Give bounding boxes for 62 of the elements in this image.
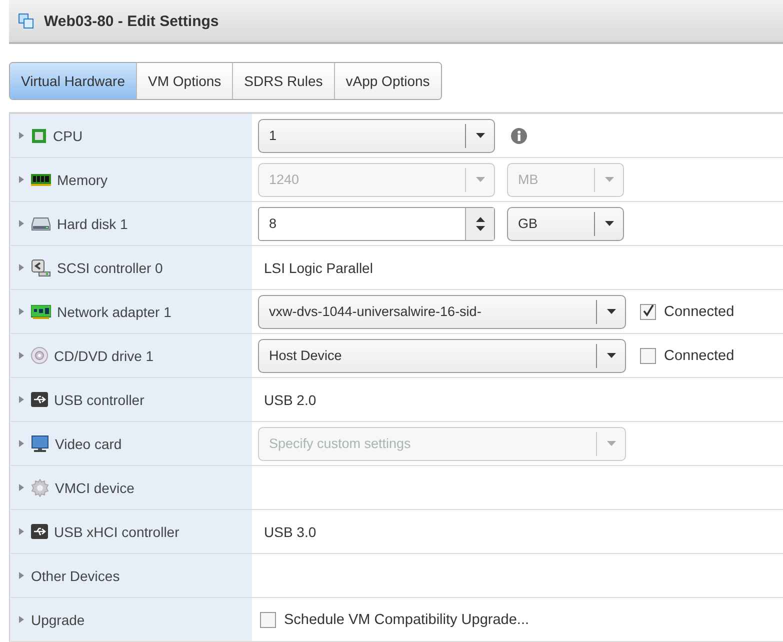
checkbox[interactable]	[640, 348, 656, 364]
spinner-arrows-icon[interactable]	[476, 214, 484, 232]
device-label: Hard disk 1	[57, 216, 128, 232]
caret-icon	[606, 309, 616, 314]
checkbox-label: Connected	[664, 348, 734, 364]
expand-arrow-icon[interactable]	[18, 220, 25, 227]
chip-icon	[31, 128, 47, 144]
expand-arrow-icon[interactable]	[18, 440, 25, 447]
number-field[interactable]: 8	[258, 206, 495, 240]
disc-icon	[31, 347, 48, 364]
caret-icon	[606, 441, 616, 446]
usb-icon	[31, 392, 48, 407]
expand-arrow-icon[interactable]	[18, 132, 25, 139]
expand-arrow-icon[interactable]	[18, 572, 25, 579]
device-label: USB xHCI controller	[54, 524, 180, 540]
expand-arrow-icon[interactable]	[18, 176, 25, 183]
network-card-icon	[31, 304, 51, 318]
checkbox[interactable]	[640, 304, 656, 320]
windows-icon	[18, 13, 34, 29]
expand-arrow-icon[interactable]	[18, 264, 25, 271]
device-label: SCSI controller 0	[57, 260, 163, 276]
controller-icon	[31, 258, 51, 276]
expand-arrow-icon[interactable]	[18, 484, 25, 491]
caret-icon	[606, 353, 616, 358]
dropdown[interactable]: Host Device	[258, 338, 626, 372]
memory-module-icon	[31, 174, 51, 186]
expand-arrow-icon[interactable]	[18, 352, 25, 359]
tab[interactable]: VM Options	[136, 63, 232, 99]
device-label: Upgrade	[31, 612, 85, 628]
window-title: Web03-80 - Edit Settings	[44, 12, 219, 30]
device-label: USB controller	[54, 392, 144, 408]
caret-icon	[604, 221, 614, 226]
tab[interactable]: vApp Options	[334, 63, 441, 99]
caret-icon	[604, 177, 614, 182]
value-text: LSI Logic Parallel	[263, 260, 373, 276]
checkbox[interactable]	[260, 612, 276, 628]
dropdown[interactable]: GB	[507, 206, 624, 240]
expand-arrow-icon[interactable]	[18, 616, 25, 623]
device-label: Other Devices	[31, 568, 120, 584]
tab[interactable]: SDRS Rules	[232, 63, 334, 99]
value-text: USB 2.0	[263, 392, 316, 408]
info-icon[interactable]	[511, 128, 527, 144]
tab[interactable]: Virtual Hardware	[10, 63, 136, 99]
dropdown[interactable]: vxw-dvs-1044-universalwire-16-sid-	[258, 294, 626, 328]
caret-icon	[476, 133, 484, 138]
dropdown[interactable]: 1	[258, 118, 495, 152]
expand-arrow-icon[interactable]	[18, 396, 25, 403]
device-label: Video card	[55, 436, 122, 452]
device-label: VMCI device	[55, 480, 134, 496]
monitor-icon	[31, 434, 49, 452]
value-text: USB 3.0	[263, 524, 316, 540]
device-label: Memory	[57, 172, 108, 188]
expand-arrow-icon[interactable]	[18, 528, 25, 535]
device-label: CD/DVD drive 1	[54, 348, 154, 364]
device-label: CPU	[53, 128, 83, 144]
checkbox-label: Connected	[664, 304, 734, 320]
usb-icon	[31, 524, 48, 539]
expand-arrow-icon[interactable]	[18, 308, 25, 315]
gear-icon	[31, 478, 49, 496]
device-label: Network adapter 1	[57, 304, 172, 320]
caret-icon	[476, 177, 484, 182]
checkbox-label: Schedule VM Compatibility Upgrade...	[284, 612, 530, 628]
